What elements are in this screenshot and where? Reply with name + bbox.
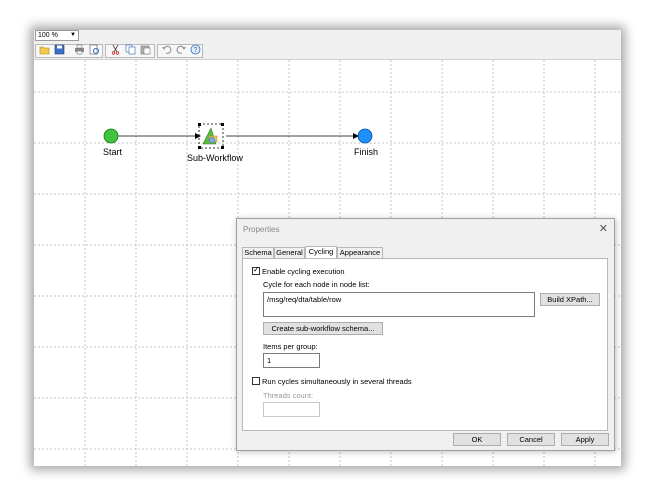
- enable-cycling-label: Enable cycling execution: [262, 267, 345, 276]
- dialog-title: Properties: [243, 225, 280, 234]
- items-per-group-input[interactable]: 1: [263, 353, 320, 368]
- tab-general[interactable]: General: [274, 247, 305, 258]
- open-folder-icon[interactable]: [39, 44, 50, 55]
- cancel-button[interactable]: Cancel: [507, 433, 555, 446]
- chevron-down-icon: ▼: [70, 32, 76, 38]
- print-preview-icon[interactable]: [89, 44, 100, 55]
- help-icon[interactable]: ?: [190, 44, 201, 55]
- arrowhead: [195, 133, 201, 139]
- tab-appearance[interactable]: Appearance: [337, 247, 383, 258]
- toolbar: ?: [34, 43, 621, 60]
- ok-button[interactable]: OK: [453, 433, 501, 446]
- paste-icon[interactable]: [140, 44, 151, 55]
- apply-button[interactable]: Apply: [561, 433, 609, 446]
- zoom-select[interactable]: 100 % ▼: [35, 30, 79, 41]
- save-icon[interactable]: [54, 44, 65, 55]
- check-icon: ✓: [253, 265, 260, 274]
- close-icon[interactable]: ✕: [599, 222, 608, 235]
- sub-workflow-label: Sub-Workflow: [187, 153, 243, 163]
- redo-icon[interactable]: [176, 44, 187, 55]
- cut-icon[interactable]: [110, 44, 121, 55]
- create-schema-button[interactable]: Create sub-workflow schema...: [263, 322, 383, 335]
- svg-text:?: ?: [194, 47, 198, 54]
- start-label: Start: [103, 147, 123, 157]
- build-xpath-button[interactable]: Build XPath...: [540, 293, 600, 306]
- node-list-label: Cycle for each node in node list:: [263, 280, 370, 289]
- items-per-group-label: Items per group:: [263, 342, 318, 351]
- tab-schema[interactable]: Schema: [242, 247, 274, 258]
- run-simultaneously-checkbox[interactable]: [252, 377, 260, 385]
- copy-icon[interactable]: [125, 44, 136, 55]
- finish-label: Finish: [354, 147, 379, 157]
- threads-count-input: [263, 402, 320, 417]
- zoom-value: 100 %: [38, 32, 58, 39]
- print-icon[interactable]: [74, 44, 85, 55]
- run-simultaneously-label: Run cycles simultaneously in several thr…: [262, 377, 412, 386]
- undo-icon[interactable]: [161, 44, 172, 55]
- node-list-input[interactable]: /msg/req/dta/table/row: [263, 292, 535, 317]
- threads-count-label: Threads count:: [263, 391, 314, 400]
- enable-cycling-checkbox[interactable]: ✓: [252, 265, 260, 275]
- zoom-bar: 100 % ▼: [34, 30, 621, 43]
- cycling-panel: ✓ Enable cycling execution Cycle for eac…: [242, 258, 608, 431]
- properties-dialog: Properties ✕ Schema General Cycling Appe…: [236, 218, 615, 451]
- finish-node[interactable]: [357, 128, 373, 144]
- start-node[interactable]: [103, 128, 119, 144]
- sub-workflow-node[interactable]: [198, 123, 224, 149]
